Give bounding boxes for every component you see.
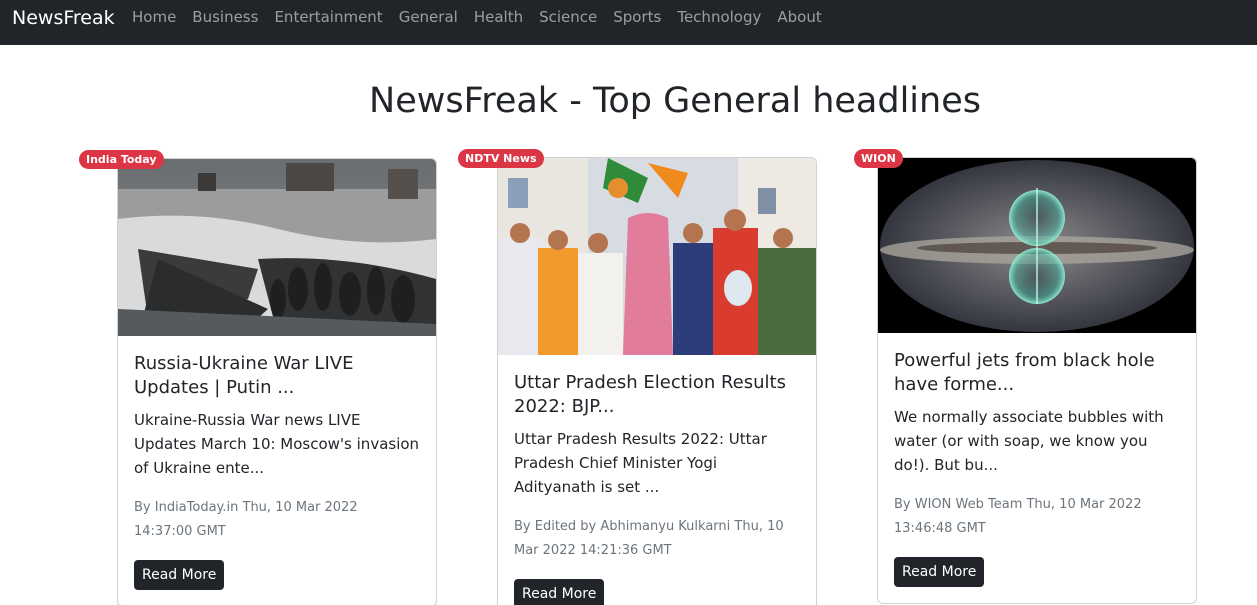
article-meta: By IndiaToday.in Thu, 10 Mar 2022 14:37:…: [134, 500, 358, 539]
nav-link-health[interactable]: Health: [466, 8, 531, 27]
war-ruins-photo: [118, 159, 436, 336]
page-title: NewsFreak - Top General headlines: [369, 81, 981, 121]
article-description: Ukraine-Russia War news LIVE Updates Mar…: [134, 411, 420, 477]
read-more-button[interactable]: Read More: [894, 557, 985, 587]
article-title: Uttar Pradesh Election Results 2022: BJP…: [514, 372, 786, 417]
source-badge: India Today: [79, 150, 164, 169]
read-more-button[interactable]: Read More: [514, 579, 605, 605]
nav-link-about[interactable]: About: [769, 8, 829, 27]
nav-links: Home Business Entertainment General Heal…: [124, 8, 830, 27]
news-card: India Today Russia-Ukraine War LIVE Upda…: [79, 150, 437, 605]
navbar: NewsFreak Home Business Entertainment Ge…: [0, 0, 1257, 45]
article-description: We normally associate bubbles with water…: [894, 408, 1164, 474]
card-body: Uttar Pradesh Election Results 2022: BJP…: [498, 355, 816, 605]
nav-link-science[interactable]: Science: [531, 8, 605, 27]
news-card: WION Powerful jets from black hole have …: [854, 149, 1197, 604]
news-card: NDTV News Uttar Pradesh Election Results…: [458, 149, 817, 605]
card-body: Powerful jets from black hole have forme…: [878, 333, 1196, 603]
galaxy-bubbles-photo: [878, 158, 1196, 333]
nav-link-entertainment[interactable]: Entertainment: [266, 8, 390, 27]
read-more-button[interactable]: Read More: [134, 560, 225, 590]
article-title: Russia-Ukraine War LIVE Updates | Putin …: [134, 353, 354, 398]
nav-link-sports[interactable]: Sports: [605, 8, 669, 27]
nav-link-business[interactable]: Business: [184, 8, 266, 27]
brand-logo[interactable]: NewsFreak: [12, 7, 115, 29]
source-badge: NDTV News: [458, 149, 544, 168]
article-title: Powerful jets from black hole have forme…: [894, 350, 1155, 395]
article-meta: By WION Web Team Thu, 10 Mar 2022 13:46:…: [894, 497, 1142, 536]
article-description: Uttar Pradesh Results 2022: Uttar Prades…: [514, 430, 767, 496]
nav-link-home[interactable]: Home: [124, 8, 184, 27]
nav-link-general[interactable]: General: [391, 8, 466, 27]
article-meta: By Edited by Abhimanyu Kulkarni Thu, 10 …: [514, 519, 784, 558]
card-body: Russia-Ukraine War LIVE Updates | Putin …: [118, 336, 436, 605]
nav-link-technology[interactable]: Technology: [669, 8, 769, 27]
source-badge: WION: [854, 149, 903, 168]
election-celebration-photo: [498, 158, 816, 355]
